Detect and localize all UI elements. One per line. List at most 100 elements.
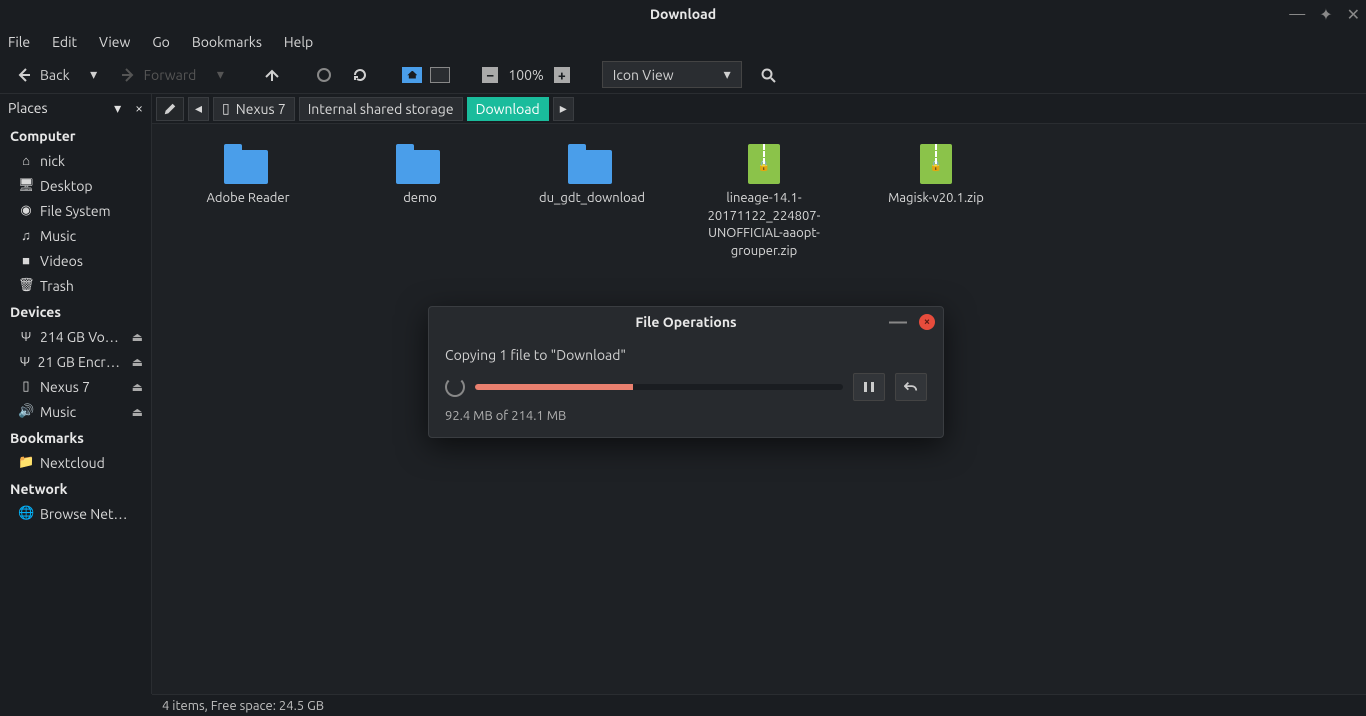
sidebar-item[interactable]: 📁 Nextcloud: [0, 450, 151, 475]
sidebar-item-label: Nextcloud: [40, 455, 105, 471]
music-icon: ♫: [18, 228, 34, 243]
close-icon[interactable]: ✕: [1347, 5, 1360, 24]
sidebar-item-label: Music: [40, 404, 76, 420]
sidebar-item[interactable]: 🌐Browse Netw…: [0, 501, 151, 526]
sidebar-item[interactable]: ▯ Nexus 7 ⏏: [0, 374, 151, 399]
menu-help[interactable]: Help: [284, 34, 313, 50]
statusbar: 4 items, Free space: 24.5 GB: [152, 694, 1366, 716]
dialog-close-icon[interactable]: ×: [919, 314, 935, 330]
forward-button[interactable]: Forward: [112, 61, 203, 89]
computer-button[interactable]: [430, 65, 450, 85]
dialog-minimize-icon[interactable]: —: [889, 312, 907, 332]
file-item[interactable]: 🔒lineage-14.1-20171122_224807-UNOFFICIAL…: [678, 140, 850, 264]
search-button[interactable]: [758, 65, 778, 85]
file-item[interactable]: Adobe Reader: [162, 140, 334, 264]
undo-button[interactable]: [895, 373, 927, 401]
sidebar-item-label: File System: [40, 203, 111, 219]
file-label: Adobe Reader: [206, 190, 289, 208]
arrow-left-icon: [14, 65, 34, 85]
up-button[interactable]: [262, 65, 282, 85]
home-button[interactable]: [402, 65, 422, 85]
status-text: 4 items, Free space: 24.5 GB: [162, 699, 324, 713]
sidebar-item-label: Music: [40, 228, 76, 244]
sidebar-item[interactable]: Ψ214 GB Vo…⏏: [0, 324, 151, 349]
file-operations-dialog: File Operations — × Copying 1 file to "D…: [428, 306, 944, 438]
triangle-left-icon: ◂: [195, 100, 202, 117]
chevron-down-icon: ▾: [724, 66, 731, 83]
phone-icon: ▯: [18, 379, 34, 394]
folder-icon: [224, 144, 272, 184]
pathbar-next-button[interactable]: ▸: [553, 97, 574, 121]
folder-icon: 📁: [18, 455, 34, 470]
pause-button[interactable]: [853, 373, 885, 401]
sidebar-item[interactable]: ■ Videos: [0, 248, 151, 273]
toolbar: Back ▾ Forward ▾ − 100% + Icon View ▾: [0, 56, 1366, 94]
sidebar-item[interactable]: 🗑Trash: [0, 273, 151, 298]
zoom-out-button[interactable]: −: [482, 67, 498, 83]
pathbar-edit-button[interactable]: [156, 97, 184, 121]
menu-edit[interactable]: Edit: [52, 34, 77, 50]
menu-bookmarks[interactable]: Bookmarks: [192, 34, 262, 50]
stop-button[interactable]: [314, 65, 334, 85]
triangle-right-icon: ▸: [560, 100, 567, 117]
minimize-icon[interactable]: —: [1289, 5, 1305, 23]
sidebar-section-label: Devices: [0, 298, 151, 324]
desktop-icon: 🖥: [18, 178, 34, 193]
arrow-right-icon: [118, 65, 138, 85]
eject-icon[interactable]: ⏏: [132, 330, 143, 344]
dialog-titlebar: File Operations — ×: [429, 307, 943, 337]
path-device[interactable]: ▯ Nexus 7: [213, 97, 295, 121]
path-segment-1[interactable]: Download: [467, 97, 549, 121]
folder-icon: [568, 144, 616, 184]
view-mode-select[interactable]: Icon View ▾: [602, 61, 742, 88]
sidebar-item[interactable]: ⌂nick: [0, 148, 151, 173]
file-item[interactable]: demo: [334, 140, 506, 264]
view-mode-label: Icon View: [613, 67, 674, 83]
file-label: demo: [403, 190, 437, 208]
phone-icon: ▯: [222, 100, 230, 117]
sidebar-item-label: Trash: [40, 278, 74, 294]
zoom-in-button[interactable]: +: [554, 67, 570, 83]
titlebar: Download — ✦ ✕: [0, 0, 1366, 28]
window-title: Download: [650, 6, 716, 22]
path-segment-0-label: Internal shared storage: [308, 101, 454, 117]
sidebar-close-icon[interactable]: ×: [135, 100, 143, 116]
dialog-title: File Operations: [635, 314, 736, 330]
spinner-icon: [445, 377, 465, 397]
maximize-icon[interactable]: ✦: [1319, 5, 1332, 24]
window-controls: — ✦ ✕: [1289, 5, 1360, 24]
sidebar-item[interactable]: Ψ21 GB Encrypt…⏏: [0, 349, 151, 374]
menu-go[interactable]: Go: [152, 34, 169, 50]
file-label: du_gdt_download: [539, 190, 645, 208]
file-item[interactable]: du_gdt_download: [506, 140, 678, 264]
sidebar-item[interactable]: 🖥Desktop: [0, 173, 151, 198]
sidebar-item-label: Nexus 7: [40, 379, 90, 395]
sidebar-item[interactable]: ◉File System: [0, 198, 151, 223]
eject-icon[interactable]: ⏏: [132, 405, 143, 419]
eject-icon[interactable]: ⏏: [132, 355, 143, 369]
menu-view[interactable]: View: [99, 34, 130, 50]
sidebar-section-label: Bookmarks: [0, 424, 151, 450]
sidebar-dropdown-icon[interactable]: ▾: [114, 100, 121, 117]
audio-icon: 🔊: [18, 404, 34, 419]
reload-button[interactable]: [350, 65, 370, 85]
video-icon: ■: [18, 253, 34, 268]
folder-icon: [396, 144, 444, 184]
globe-icon: 🌐: [18, 506, 34, 521]
back-dropdown-icon[interactable]: ▾: [84, 65, 104, 85]
sidebar-item-label: Videos: [40, 253, 83, 269]
path-device-label: Nexus 7: [236, 101, 286, 117]
sidebar-item-label: 21 GB Encrypt…: [38, 354, 126, 370]
eject-icon[interactable]: ⏏: [132, 380, 143, 394]
path-segment-0[interactable]: Internal shared storage: [299, 97, 463, 121]
sidebar-title: Places: [8, 100, 48, 116]
back-label: Back: [40, 67, 70, 83]
menu-file[interactable]: File: [8, 34, 30, 50]
back-button[interactable]: Back: [8, 61, 76, 89]
file-item[interactable]: 🔒Magisk-v20.1.zip: [850, 140, 1022, 264]
pathbar-prev-button[interactable]: ◂: [188, 97, 209, 121]
forward-dropdown-icon[interactable]: ▾: [210, 65, 230, 85]
sidebar-item[interactable]: ♫ Music: [0, 223, 151, 248]
sidebar-item[interactable]: 🔊 Music ⏏: [0, 399, 151, 424]
sidebar-section-label: Network: [0, 475, 151, 501]
